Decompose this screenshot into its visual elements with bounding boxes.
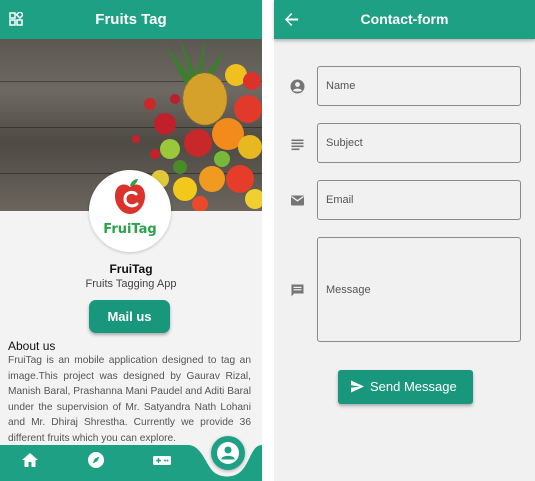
about-heading: About us — [8, 339, 56, 353]
profile-fab[interactable] — [211, 436, 245, 470]
email-field[interactable]: Email — [317, 180, 521, 220]
email-envelope-icon — [291, 195, 304, 206]
gamepad-icon[interactable] — [152, 451, 172, 469]
screen-divider — [262, 0, 274, 481]
subject-lines-icon — [291, 139, 304, 151]
name-field[interactable]: Name — [317, 66, 521, 106]
logo-wordmark: FruiTag — [103, 222, 157, 237]
message-placeholder: Message — [326, 284, 371, 296]
apple-logo-icon — [115, 179, 145, 214]
email-placeholder: Email — [326, 194, 354, 206]
top-app-bar: Fruits Tag — [0, 0, 262, 39]
top-app-bar: Contact-form — [274, 0, 535, 39]
subject-field[interactable]: Subject — [317, 123, 521, 163]
send-message-label: Send Message — [370, 379, 457, 394]
name-placeholder: Name — [326, 80, 356, 92]
send-message-button[interactable]: Send Message — [338, 370, 473, 404]
fruits-tag-screen: Fruits Tag FruiTag FruiTag Fruits Taggin… — [0, 0, 262, 481]
send-icon — [351, 380, 364, 393]
message-bubble-icon — [291, 284, 304, 297]
app-title: Fruits Tag — [95, 11, 167, 28]
subject-placeholder: Subject — [326, 137, 363, 149]
person-icon — [217, 442, 239, 464]
page-title: Contact-form — [360, 11, 449, 27]
explore-compass-icon[interactable] — [87, 451, 105, 469]
contact-form-screen: Contact-form Name Subject Email Message — [274, 0, 535, 481]
app-subtitle: Fruits Tagging App — [85, 278, 177, 290]
account-circle-icon — [290, 79, 305, 94]
mail-us-button[interactable]: Mail us — [89, 300, 170, 333]
app-name: FruiTag — [109, 262, 153, 276]
home-icon[interactable] — [21, 451, 39, 469]
fruitag-logo: FruiTag — [89, 170, 171, 252]
message-field[interactable]: Message — [317, 237, 521, 342]
